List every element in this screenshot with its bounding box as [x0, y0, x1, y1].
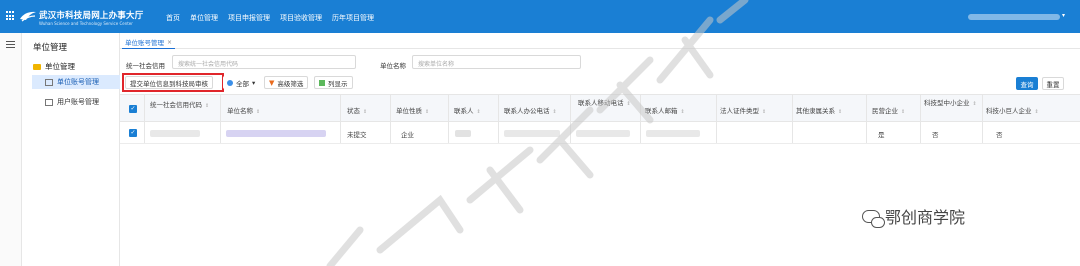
- col-email[interactable]: 联系人邮箱 ⇕: [645, 105, 685, 115]
- tab-bar: 单位账号管理 ×: [120, 33, 1080, 49]
- main-nav: 首页 单位管理 项目申报管理 项目验收管理 历年项目管理: [166, 13, 374, 23]
- folder-icon: [33, 63, 41, 70]
- nav-historical-projects[interactable]: 历年项目管理: [332, 13, 374, 23]
- watermark-text: 鄂创商学院: [885, 208, 966, 227]
- search-button[interactable]: 查询: [1016, 77, 1038, 90]
- list-icon: [45, 78, 53, 86]
- unit-name-input[interactable]: 搜索单位名称: [412, 55, 581, 69]
- credit-code-label: 统一社会信用: [126, 62, 165, 70]
- col-contact[interactable]: 联系人 ⇕: [454, 105, 481, 115]
- wechat-icon: [862, 209, 885, 228]
- filter-icon: ▼: [269, 78, 275, 87]
- menu-toggle-icon[interactable]: [6, 41, 15, 50]
- reset-button[interactable]: 重置: [1042, 77, 1064, 90]
- sidebar-item-user-accounts[interactable]: 用户账号管理: [32, 95, 120, 109]
- advanced-filter-label: 高级筛选: [277, 79, 304, 88]
- list-icon: [45, 98, 53, 106]
- tab-unit-accounts[interactable]: 单位账号管理 ×: [122, 36, 176, 49]
- close-icon[interactable]: ×: [167, 39, 172, 46]
- col-other-affiliation[interactable]: 其他隶属关系 ⇕: [796, 105, 842, 115]
- mobile-phone-cell-redacted: [576, 130, 630, 137]
- column-display-label: 列显示: [328, 79, 348, 88]
- row-checkbox[interactable]: ✓: [129, 129, 137, 137]
- sidebar-item-label: 单位账号管理: [57, 78, 99, 86]
- apps-grid-icon[interactable]: [6, 11, 16, 21]
- col-credit-code[interactable]: 统一社会信用代码 ⇕: [150, 99, 209, 109]
- unit-name-cell-redacted: [226, 130, 326, 137]
- chevron-down-icon[interactable]: ▾: [1062, 12, 1065, 19]
- nav-project-application[interactable]: 项目申报管理: [228, 13, 270, 23]
- main-content: 单位账号管理 × 统一社会信用 搜索统一社会信用代码 单位名称 搜索单位名称 提…: [120, 33, 1080, 266]
- tech-giant-cell: 否: [996, 131, 1003, 139]
- chevron-down-icon: ▾: [252, 78, 256, 87]
- sidebar-group-unit-management[interactable]: 单位管理: [33, 61, 75, 72]
- private-enterprise-cell: 是: [878, 131, 885, 139]
- left-rail: [0, 33, 22, 266]
- unit-name-label: 单位名称: [380, 62, 406, 70]
- contact-cell-redacted: [455, 130, 471, 137]
- columns-icon: [319, 79, 325, 86]
- email-cell-redacted: [646, 130, 700, 137]
- credit-code-cell-redacted: [150, 130, 200, 137]
- tab-label: 单位账号管理: [125, 39, 164, 47]
- col-legal-id-type[interactable]: 法人证件类型 ⇕: [720, 105, 766, 115]
- col-status[interactable]: 状态 ⇕: [347, 105, 367, 115]
- user-name-blurred[interactable]: [968, 14, 1060, 20]
- select-all-checkbox[interactable]: ✓: [129, 105, 137, 113]
- advanced-filter-button[interactable]: ▼ 高级筛选: [264, 76, 309, 89]
- col-tech-giant[interactable]: 科技小巨人企业 ⇕: [986, 105, 1039, 115]
- sidebar: 单位管理 单位管理 单位账号管理 用户账号管理: [22, 33, 120, 266]
- nav-unit-management[interactable]: 单位管理: [190, 13, 218, 23]
- col-mobile-phone[interactable]: 联系人移动电话 ⇕: [578, 97, 631, 107]
- all-label: 全部: [236, 79, 249, 88]
- unit-nature-cell: 企业: [401, 131, 414, 139]
- filter-all-icon: [227, 79, 233, 86]
- sidebar-item-label: 用户账号管理: [57, 98, 99, 106]
- table-row[interactable]: ✓ 未提交 企业 是 否 否: [120, 122, 1080, 144]
- col-unit-name[interactable]: 单位名称 ⇕: [227, 105, 260, 115]
- logo-icon: [20, 11, 36, 22]
- col-unit-nature[interactable]: 单位性质 ⇕: [396, 105, 429, 115]
- brand-subtitle: Wuhan Science and Technology Service Cen…: [39, 21, 133, 26]
- col-tech-sme[interactable]: 科技型中小企业 ⇕: [924, 97, 977, 107]
- watermark-brand: 鄂创商学院: [862, 204, 965, 228]
- column-display-button[interactable]: 列显示: [314, 76, 353, 89]
- all-dropdown[interactable]: 全部 ▾: [223, 76, 260, 89]
- table-header: ✓ 统一社会信用代码 ⇕ 单位名称 ⇕ 状态 ⇕ 单位性质 ⇕ 联系人 ⇕ 联系人办公电话…: [120, 94, 1080, 122]
- status-cell: 未提交: [347, 131, 367, 139]
- brand-title: 武汉市科技局网上办事大厅: [39, 11, 144, 21]
- sidebar-item-unit-accounts[interactable]: 单位账号管理: [32, 75, 120, 89]
- sidebar-group-label: 单位管理: [45, 62, 75, 71]
- credit-code-input[interactable]: 搜索统一社会信用代码: [172, 55, 356, 69]
- sidebar-title: 单位管理: [33, 43, 68, 53]
- tech-sme-cell: 否: [932, 131, 939, 139]
- office-phone-cell-redacted: [504, 130, 560, 137]
- col-private-enterprise[interactable]: 民营企业 ⇕: [872, 105, 905, 115]
- highlight-annotation: [122, 73, 224, 92]
- nav-project-acceptance[interactable]: 项目验收管理: [280, 13, 322, 23]
- top-bar: 武汉市科技局网上办事大厅 Wuhan Science and Technolog…: [0, 0, 1080, 33]
- nav-home[interactable]: 首页: [166, 13, 180, 23]
- col-office-phone[interactable]: 联系人办公电话 ⇕: [504, 105, 557, 115]
